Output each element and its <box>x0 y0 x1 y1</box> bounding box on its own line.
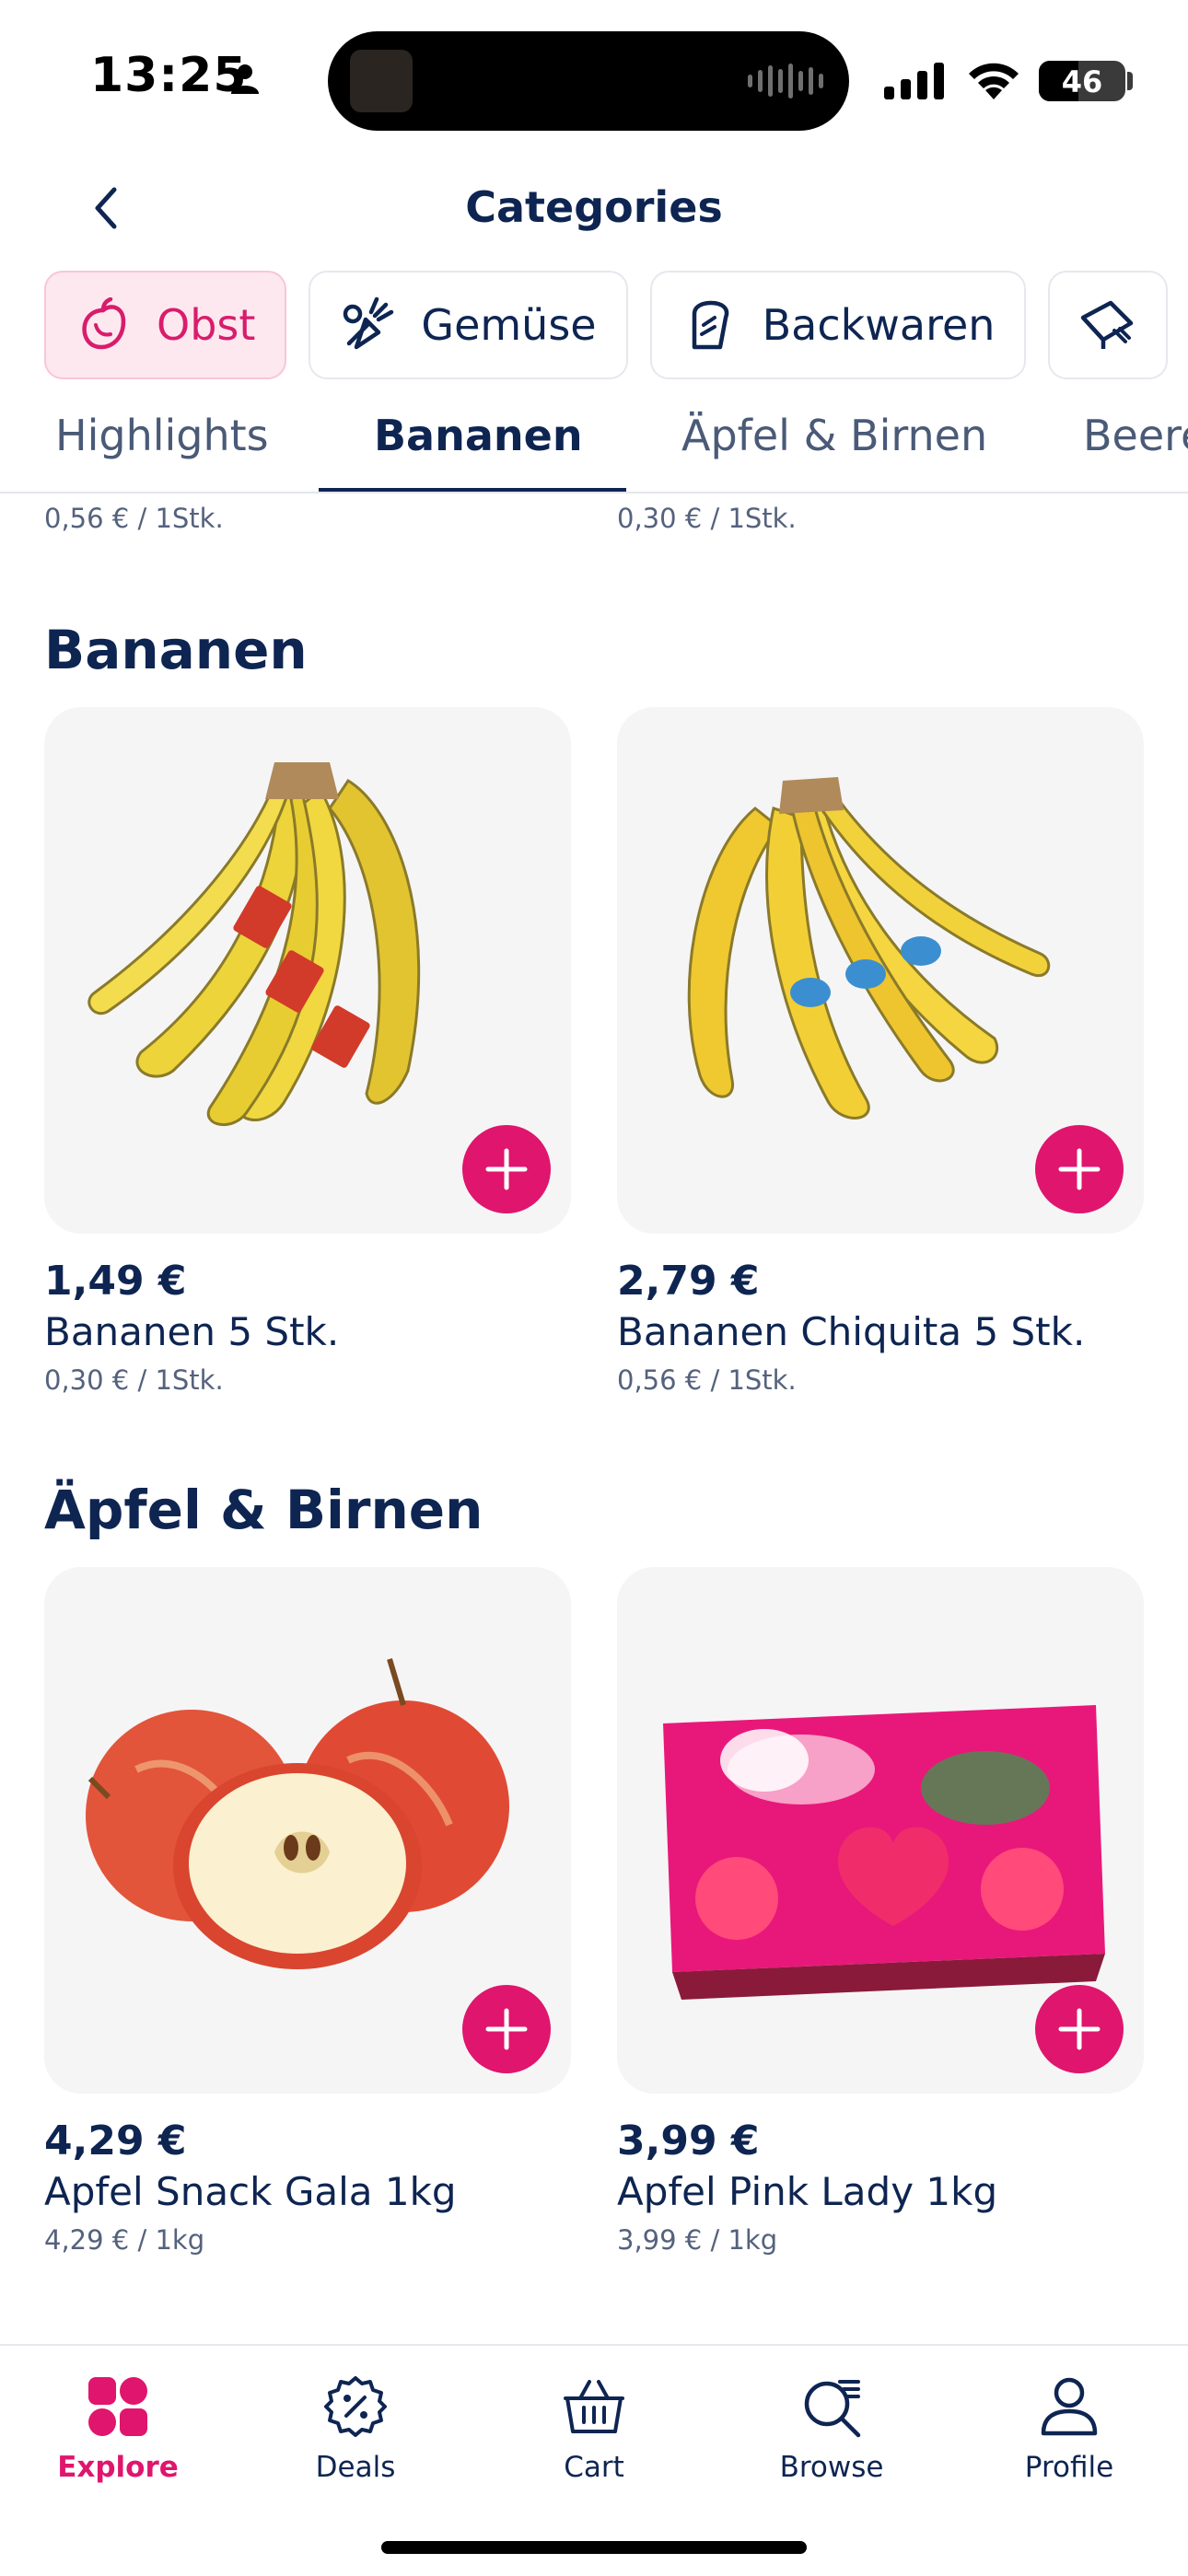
category-chips: Obst Gemüse Backwaren <box>44 271 1169 379</box>
product-price: 2,79 € <box>617 1258 760 1305</box>
back-button[interactable] <box>81 180 131 236</box>
product-unit-price: 4,29 € / 1kg <box>44 2224 205 2256</box>
product-image-card[interactable] <box>44 707 571 1234</box>
category-chip-label: Backwaren <box>762 300 996 350</box>
product-image-card[interactable] <box>617 707 1144 1234</box>
tab-aepfel-birnen[interactable]: Äpfel & Birnen <box>681 411 987 460</box>
dairy-icon <box>1077 296 1136 354</box>
add-to-cart-button[interactable] <box>462 1125 551 1213</box>
product-name[interactable]: Apfel Pink Lady 1kg <box>617 2169 997 2214</box>
product-unit-price: 0,30 € / 1Stk. <box>617 503 797 534</box>
profile-icon <box>977 2370 1161 2443</box>
page-title: Categories <box>465 182 723 232</box>
plus-icon <box>1058 1148 1101 1190</box>
subcategory-tabs: Highlights Bananen Äpfel & Birnen Beere <box>0 396 1188 493</box>
fruit-icon <box>74 296 133 354</box>
nav-label: Profile <box>1024 2451 1114 2484</box>
product-price: 3,99 € <box>617 2118 760 2164</box>
add-to-cart-button[interactable] <box>1035 1125 1124 1213</box>
vegetable-icon <box>338 296 397 354</box>
bread-icon <box>680 296 739 354</box>
wifi-icon <box>969 63 1019 99</box>
section-title-aepfel-birnen: Äpfel & Birnen <box>44 1479 483 1541</box>
product-price: 4,29 € <box>44 2118 187 2164</box>
browse-icon <box>740 2370 924 2443</box>
status-time: 13:25 <box>90 48 248 103</box>
explore-icon <box>26 2370 210 2443</box>
nav-cart[interactable]: Cart <box>502 2370 686 2484</box>
battery-cap <box>1127 72 1133 90</box>
category-chip-obst[interactable]: Obst <box>44 271 287 379</box>
cart-icon <box>502 2370 686 2443</box>
product-unit-price: 0,56 € / 1Stk. <box>617 1364 797 1396</box>
category-chip-backwaren[interactable]: Backwaren <box>649 271 1027 379</box>
product-price: 1,49 € <box>44 1258 187 1305</box>
product-image-card[interactable] <box>617 1567 1144 2094</box>
chevron-left-icon <box>95 187 117 229</box>
tab-highlights[interactable]: Highlights <box>55 411 269 460</box>
home-indicator <box>381 2541 807 2554</box>
audio-waveform-icon <box>748 63 823 99</box>
nav-profile[interactable]: Profile <box>977 2370 1161 2484</box>
product-name[interactable]: Apfel Snack Gala 1kg <box>44 2169 457 2214</box>
plus-icon <box>485 1148 528 1190</box>
tab-beeren[interactable]: Beere <box>1083 411 1188 460</box>
product-unit-price: 0,56 € / 1Stk. <box>44 503 224 534</box>
category-chip-dairy[interactable] <box>1048 271 1169 379</box>
plus-icon <box>485 2008 528 2050</box>
add-to-cart-button[interactable] <box>1035 1985 1124 2073</box>
nav-explore[interactable]: Explore <box>26 2370 210 2484</box>
category-chip-label: Gemüse <box>421 300 597 350</box>
now-playing-artwork <box>350 50 413 112</box>
deals-icon <box>263 2370 448 2443</box>
nav-label: Deals <box>315 2451 396 2484</box>
tab-bananen[interactable]: Bananen <box>374 411 583 460</box>
nav-browse[interactable]: Browse <box>740 2370 924 2484</box>
active-tab-indicator <box>319 488 626 492</box>
battery-percent: 46 <box>1061 64 1103 99</box>
product-unit-price: 3,99 € / 1kg <box>617 2224 778 2256</box>
nav-label: Cart <box>564 2451 624 2484</box>
person-icon <box>231 64 259 94</box>
product-name[interactable]: Bananen 5 Stk. <box>44 1309 339 1354</box>
section-title-bananen: Bananen <box>44 619 308 681</box>
category-chip-gemuese[interactable]: Gemüse <box>309 271 628 379</box>
nav-label: Explore <box>57 2451 179 2484</box>
product-name[interactable]: Bananen Chiquita 5 Stk. <box>617 1309 1085 1354</box>
nav-label: Browse <box>779 2451 884 2484</box>
category-chip-label: Obst <box>157 300 256 350</box>
cellular-signal-icon <box>884 63 944 99</box>
battery-indicator: 46 <box>1039 61 1125 101</box>
nav-deals[interactable]: Deals <box>263 2370 448 2484</box>
product-unit-price: 0,30 € / 1Stk. <box>44 1364 224 1396</box>
dynamic-island[interactable] <box>328 31 849 131</box>
product-image-card[interactable] <box>44 1567 571 2094</box>
plus-icon <box>1058 2008 1101 2050</box>
add-to-cart-button[interactable] <box>462 1985 551 2073</box>
